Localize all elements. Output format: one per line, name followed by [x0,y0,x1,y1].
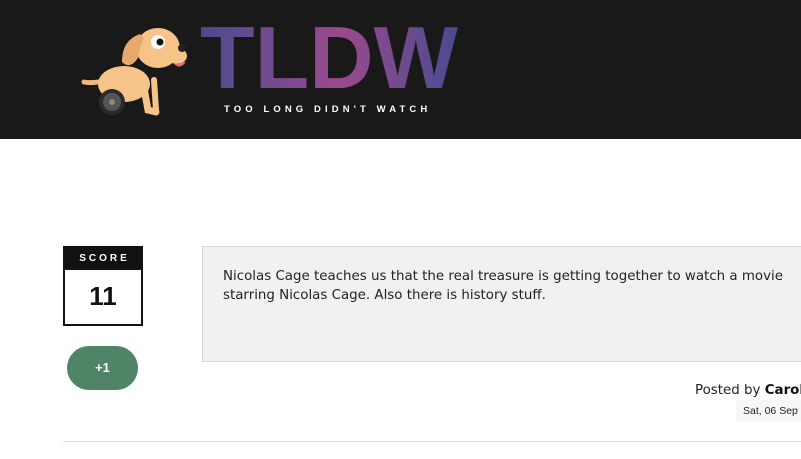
dog-on-wheel-icon [81,28,187,116]
author-link[interactable]: Carol [765,383,801,398]
site-header: TLDW TOO LONG DIDN'T WATCH [0,0,801,139]
post-date: Sat, 06 Sep [736,400,801,422]
score-box: SCORE 11 [63,246,143,326]
logo-wordmark: TLDW [200,22,458,92]
score-label: SCORE [65,248,141,270]
posted-by-prefix: Posted by [695,383,761,398]
score-value: 11 [89,281,117,311]
summary-text: Nicolas Cage teaches us that the real tr… [223,269,783,303]
posted-by: Posted by Carol [695,383,801,398]
post-divider [63,441,801,442]
upvote-button[interactable]: +1 [67,346,138,390]
logo-text: TLDW [200,22,458,92]
site-tagline: TOO LONG DIDN'T WATCH [224,104,432,115]
site-logo[interactable]: TLDW TOO LONG DIDN'T WATCH [78,18,468,122]
summary-box: Nicolas Cage teaches us that the real tr… [202,246,801,362]
